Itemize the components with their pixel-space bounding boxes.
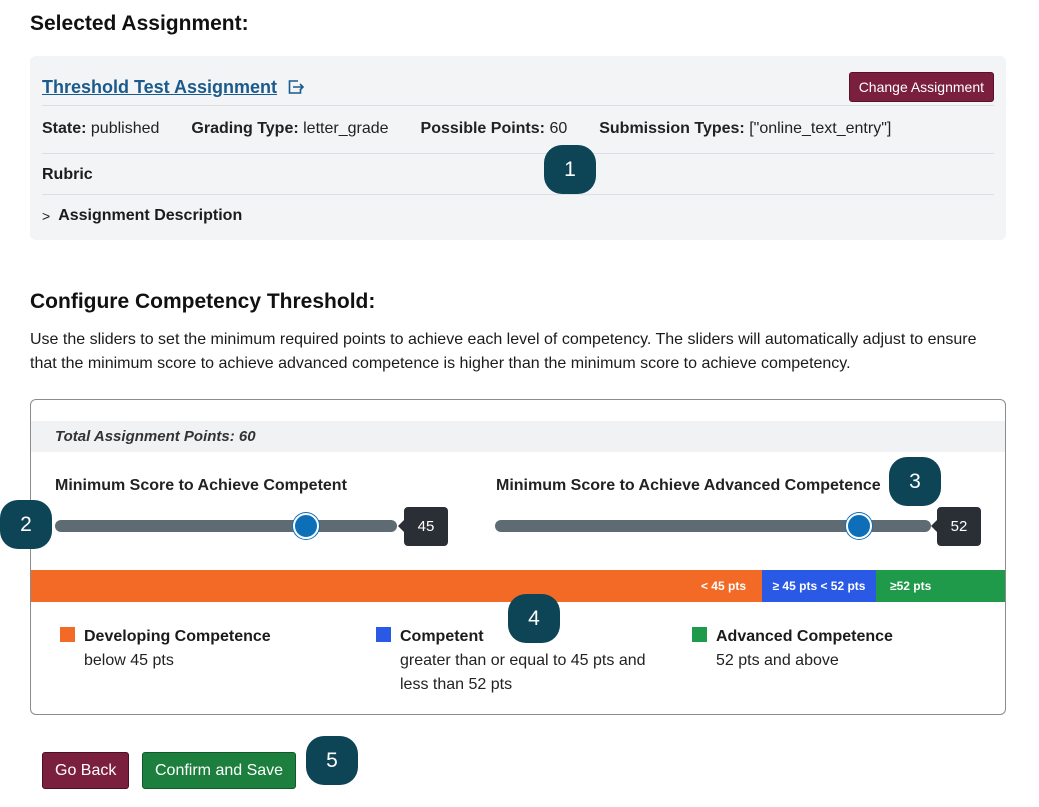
legend-swatch: [60, 627, 75, 642]
advanced-segment: ≥52 pts: [876, 570, 1005, 602]
total-points: Total Assignment Points: 60: [31, 421, 1005, 452]
assignment-meta: State: published Grading Type: letter_gr…: [42, 120, 891, 138]
competent-value: 45: [398, 507, 448, 546]
advanced-slider-thumb[interactable]: [846, 513, 872, 539]
confirm-save-button[interactable]: Confirm and Save: [142, 752, 297, 789]
legend-desc: greater than or equal to 45 pts and less…: [400, 652, 646, 693]
advanced-value: 52: [931, 507, 981, 546]
points-value: 60: [549, 120, 568, 137]
assignment-card: Threshold Test Assignment Change Assignm…: [30, 56, 1006, 240]
assignment-link[interactable]: Threshold Test Assignment: [42, 77, 305, 98]
state-value: published: [90, 120, 160, 137]
legend-desc: 52 pts and above: [716, 652, 839, 669]
submission-label: Submission Types:: [599, 120, 745, 137]
submission-value: ["online_text_entry"]: [749, 120, 892, 137]
grading-field: Grading Type: letter_grade: [191, 120, 388, 138]
submission-field: Submission Types: ["online_text_entry"]: [599, 120, 891, 138]
assignment-header: Threshold Test Assignment Change Assignm…: [42, 68, 994, 106]
annotation-badge-4: 4: [508, 594, 560, 643]
advanced-slider-label: Minimum Score to Achieve Advanced Compet…: [496, 477, 881, 494]
competent-segment: ≥ 45 pts < 52 pts: [762, 570, 876, 602]
legend-advanced: Advanced Competence 52 pts and above: [692, 625, 992, 673]
go-back-button[interactable]: Go Back: [42, 752, 130, 789]
legend-title: Advanced Competence: [716, 628, 893, 645]
annotation-badge-1: 1: [544, 145, 596, 194]
points-label: Possible Points:: [420, 120, 545, 137]
points-field: Possible Points: 60: [421, 120, 568, 138]
legend-developing: Developing Competence below 45 pts: [60, 625, 360, 673]
grading-value: letter_grade: [303, 120, 389, 137]
legend-title: Developing Competence: [84, 628, 271, 645]
state-field: State: published: [42, 120, 159, 138]
annotation-badge-5: 5: [306, 736, 358, 785]
rubric-label: Rubric: [42, 166, 93, 183]
competent-slider-label: Minimum Score to Achieve Competent: [55, 477, 347, 494]
assignment-name[interactable]: Threshold Test Assignment: [42, 77, 277, 98]
state-label: State:: [42, 120, 87, 137]
grading-label: Grading Type:: [191, 120, 299, 137]
chevron-right-icon[interactable]: >: [42, 208, 50, 224]
legend-swatch: [376, 627, 391, 642]
legend-desc: below 45 pts: [84, 652, 174, 669]
page-title: Selected Assignment:: [30, 12, 249, 35]
divider: [42, 194, 994, 195]
assignment-description-toggle[interactable]: > Assignment Description: [42, 207, 242, 225]
competent-slider-thumb[interactable]: [293, 513, 319, 539]
threshold-panel: Total Assignment Points: 60 Minimum Scor…: [30, 399, 1006, 715]
developing-segment: < 45 pts: [31, 570, 762, 602]
divider: [42, 153, 994, 154]
help-text: Use the sliders to set the minimum requi…: [30, 331, 977, 372]
annotation-badge-2: 2: [0, 500, 52, 549]
divider: [42, 105, 994, 106]
legend-swatch: [692, 627, 707, 642]
external-link-icon[interactable]: [287, 79, 305, 95]
section-title: Configure Competency Threshold:: [30, 290, 376, 313]
change-assignment-button[interactable]: Change Assignment: [848, 72, 994, 102]
assignment-description-label[interactable]: Assignment Description: [58, 207, 242, 225]
competent-slider-track[interactable]: [55, 520, 397, 532]
annotation-badge-3: 3: [889, 457, 941, 506]
